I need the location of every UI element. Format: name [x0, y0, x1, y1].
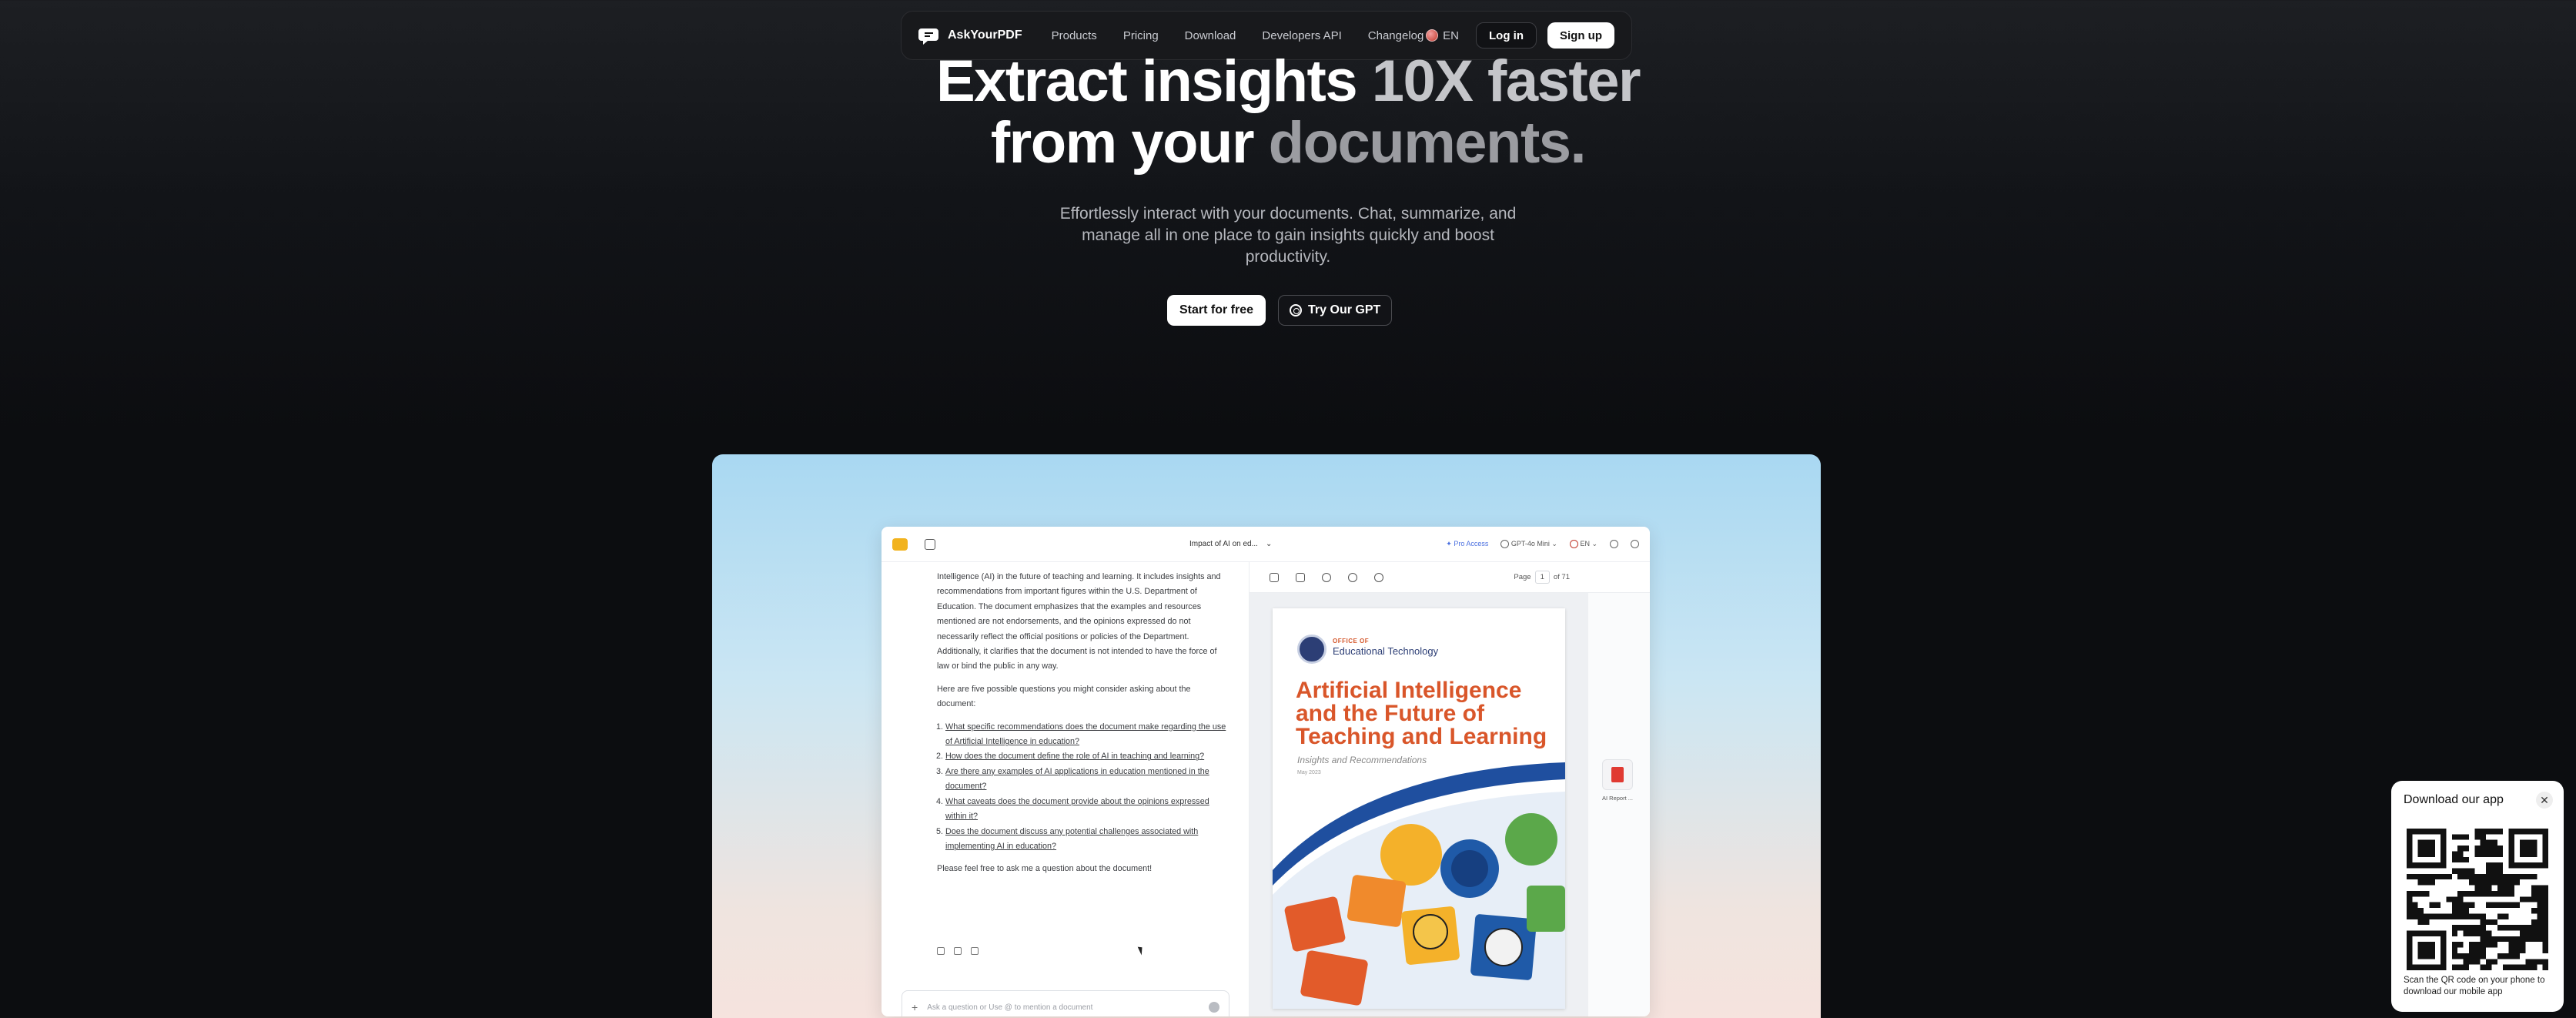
- zoom-out-icon[interactable]: [1374, 572, 1383, 582]
- pdf-viewer[interactable]: OFFICE OF Educational Technology Artific…: [1250, 593, 1588, 1016]
- pro-access-label: Pro Access: [1454, 540, 1489, 548]
- pdf-page: OFFICE OF Educational Technology Artific…: [1273, 608, 1565, 1009]
- suggested-questions: What specific recommendations does the d…: [937, 720, 1229, 855]
- office-label: OFFICE OF: [1333, 638, 1370, 645]
- nav-link-products[interactable]: Products: [1052, 29, 1097, 42]
- plus-icon[interactable]: +: [912, 1001, 918, 1013]
- cover-illustration: [1273, 762, 1565, 1009]
- list-item: What caveats does the document provide a…: [945, 795, 1229, 825]
- qr-code: [2407, 829, 2548, 970]
- hero-title-part: from your: [990, 110, 1269, 176]
- start-for-free-button[interactable]: Start for free: [1167, 295, 1266, 326]
- try-our-gpt-button[interactable]: Try Our GPT: [1278, 295, 1393, 326]
- side-file-item[interactable]: AI Report ...: [1599, 759, 1636, 802]
- new-chat-icon[interactable]: [925, 538, 935, 550]
- language-label: EN: [1443, 28, 1459, 42]
- thumbnails-icon[interactable]: [1296, 572, 1305, 582]
- login-button[interactable]: Log in: [1476, 22, 1537, 49]
- nav-link-pricing[interactable]: Pricing: [1123, 29, 1159, 42]
- send-icon[interactable]: [1209, 1002, 1219, 1013]
- zoom-in-icon[interactable]: [1348, 572, 1357, 582]
- nav-link-developers-api[interactable]: Developers API: [1262, 29, 1341, 42]
- suggested-question-link[interactable]: Does the document discuss any potential …: [945, 827, 1198, 851]
- chat-pane: Intelligence (AI) in the future of teach…: [882, 562, 1250, 1016]
- pdf-toolbar: Page 1 of 71: [1250, 562, 1650, 593]
- nav-link-changelog[interactable]: Changelog: [1368, 29, 1424, 42]
- chat-message: Intelligence (AI) in the future of teach…: [937, 570, 1229, 885]
- hero-title: Extract insights 10X faster from your do…: [0, 51, 2576, 174]
- list-item: Does the document discuss any potential …: [945, 825, 1229, 855]
- askyourpdf-logo-icon: [918, 28, 938, 45]
- list-item: What specific recommendations does the d…: [945, 720, 1229, 750]
- suggested-question-link[interactable]: How does the document define the role of…: [945, 752, 1204, 761]
- chat-input-placeholder: Ask a question or Use @ to mention a doc…: [927, 1003, 1093, 1012]
- suggested-question-link[interactable]: Are there any examples of AI application…: [945, 767, 1209, 791]
- chevron-down-icon: ⌄: [1265, 540, 1273, 548]
- page-indicator: Page 1 of 71: [1514, 571, 1570, 584]
- theme-toggle-icon[interactable]: [1610, 540, 1618, 548]
- download-app-popup: Download our app ✕ Scan the QR code on y…: [2391, 781, 2564, 1012]
- chat-closing: Please feel free to ask me a question ab…: [937, 864, 1153, 874]
- cover-title: Artificial Intelligence and the Future o…: [1296, 678, 1547, 749]
- document-selector[interactable]: Impact of AI on ed... ⌄: [1189, 540, 1272, 548]
- flag-icon: [1569, 540, 1578, 549]
- chat-intro: Intelligence (AI) in the future of teach…: [937, 572, 1221, 671]
- chat-input[interactable]: + Ask a question or Use @ to mention a d…: [902, 990, 1229, 1016]
- message-actions: [937, 947, 979, 955]
- app-language-selector[interactable]: EN ⌄: [1569, 539, 1597, 549]
- office-name: Educational Technology: [1333, 645, 1439, 657]
- page-label: Page: [1514, 573, 1531, 581]
- pro-access-badge[interactable]: ✦ Pro Access: [1446, 540, 1488, 548]
- model-icon: [1500, 540, 1510, 549]
- hero-title-highlight: 10X faster: [1371, 49, 1641, 114]
- page-number-input[interactable]: 1: [1534, 571, 1550, 584]
- try-gpt-label: Try Our GPT: [1308, 303, 1381, 316]
- chat-questions-lead: Here are five possible questions you mig…: [937, 684, 1191, 709]
- hero-title-highlight: documents.: [1268, 110, 1587, 176]
- brand-name: AskYourPDF: [948, 28, 1022, 42]
- department-seal-icon: [1297, 635, 1326, 664]
- brand-logo[interactable]: AskYourPDF: [918, 24, 1022, 47]
- side-file-label: AI Report ...: [1601, 795, 1634, 802]
- suggested-question-link[interactable]: What caveats does the document provide a…: [945, 797, 1209, 821]
- product-showcase: Impact of AI on ed... ⌄ ✦ Pro Access GPT…: [712, 454, 1821, 1018]
- copy-icon[interactable]: [937, 947, 945, 955]
- model-label: GPT-4o Mini: [1510, 539, 1550, 548]
- thumbs-up-icon[interactable]: [954, 947, 962, 955]
- popup-caption: Scan the QR code on your phone to downlo…: [2404, 976, 2545, 996]
- pdf-file-icon: [1602, 759, 1633, 790]
- signup-button[interactable]: Sign up: [1547, 22, 1614, 49]
- flag-icon: [1426, 29, 1439, 42]
- thumbs-down-icon[interactable]: [971, 947, 979, 955]
- app-logo-icon: [892, 537, 908, 551]
- select-tool-icon[interactable]: [1270, 572, 1279, 582]
- popup-title: Download our app: [2404, 793, 2504, 806]
- list-item: Are there any examples of AI application…: [945, 765, 1229, 795]
- pdf-pane: Page 1 of 71 OFFICE OF Educational Techn…: [1250, 562, 1650, 1016]
- close-icon[interactable]: ✕: [2536, 792, 2553, 809]
- suggested-question-link[interactable]: What specific recommendations does the d…: [945, 722, 1226, 746]
- cover-subtitle: Insights and Recommendations: [1297, 755, 1427, 765]
- hero-subtitle: Effortlessly interact with your document…: [1059, 205, 1517, 266]
- app-language-label: EN: [1580, 539, 1590, 548]
- model-selector[interactable]: GPT-4o Mini ⌄: [1500, 539, 1557, 549]
- document-selector-label: Impact of AI on ed...: [1189, 540, 1258, 548]
- language-selector[interactable]: EN: [1426, 29, 1459, 42]
- hero-title-part: Extract insights: [935, 49, 1372, 114]
- page-total: of 71: [1553, 573, 1570, 581]
- app-topbar: Impact of AI on ed... ⌄ ✦ Pro Access GPT…: [882, 527, 1650, 562]
- mouse-cursor-icon: [1137, 945, 1146, 956]
- list-item: How does the document define the role of…: [945, 749, 1229, 764]
- openai-icon: [1290, 304, 1303, 316]
- hand-tool-icon[interactable]: [1322, 572, 1331, 582]
- settings-icon[interactable]: [1631, 540, 1639, 548]
- cover-date: May 2023: [1297, 770, 1321, 775]
- nav-link-download[interactable]: Download: [1185, 29, 1236, 42]
- app-screenshot: Impact of AI on ed... ⌄ ✦ Pro Access GPT…: [882, 527, 1650, 1016]
